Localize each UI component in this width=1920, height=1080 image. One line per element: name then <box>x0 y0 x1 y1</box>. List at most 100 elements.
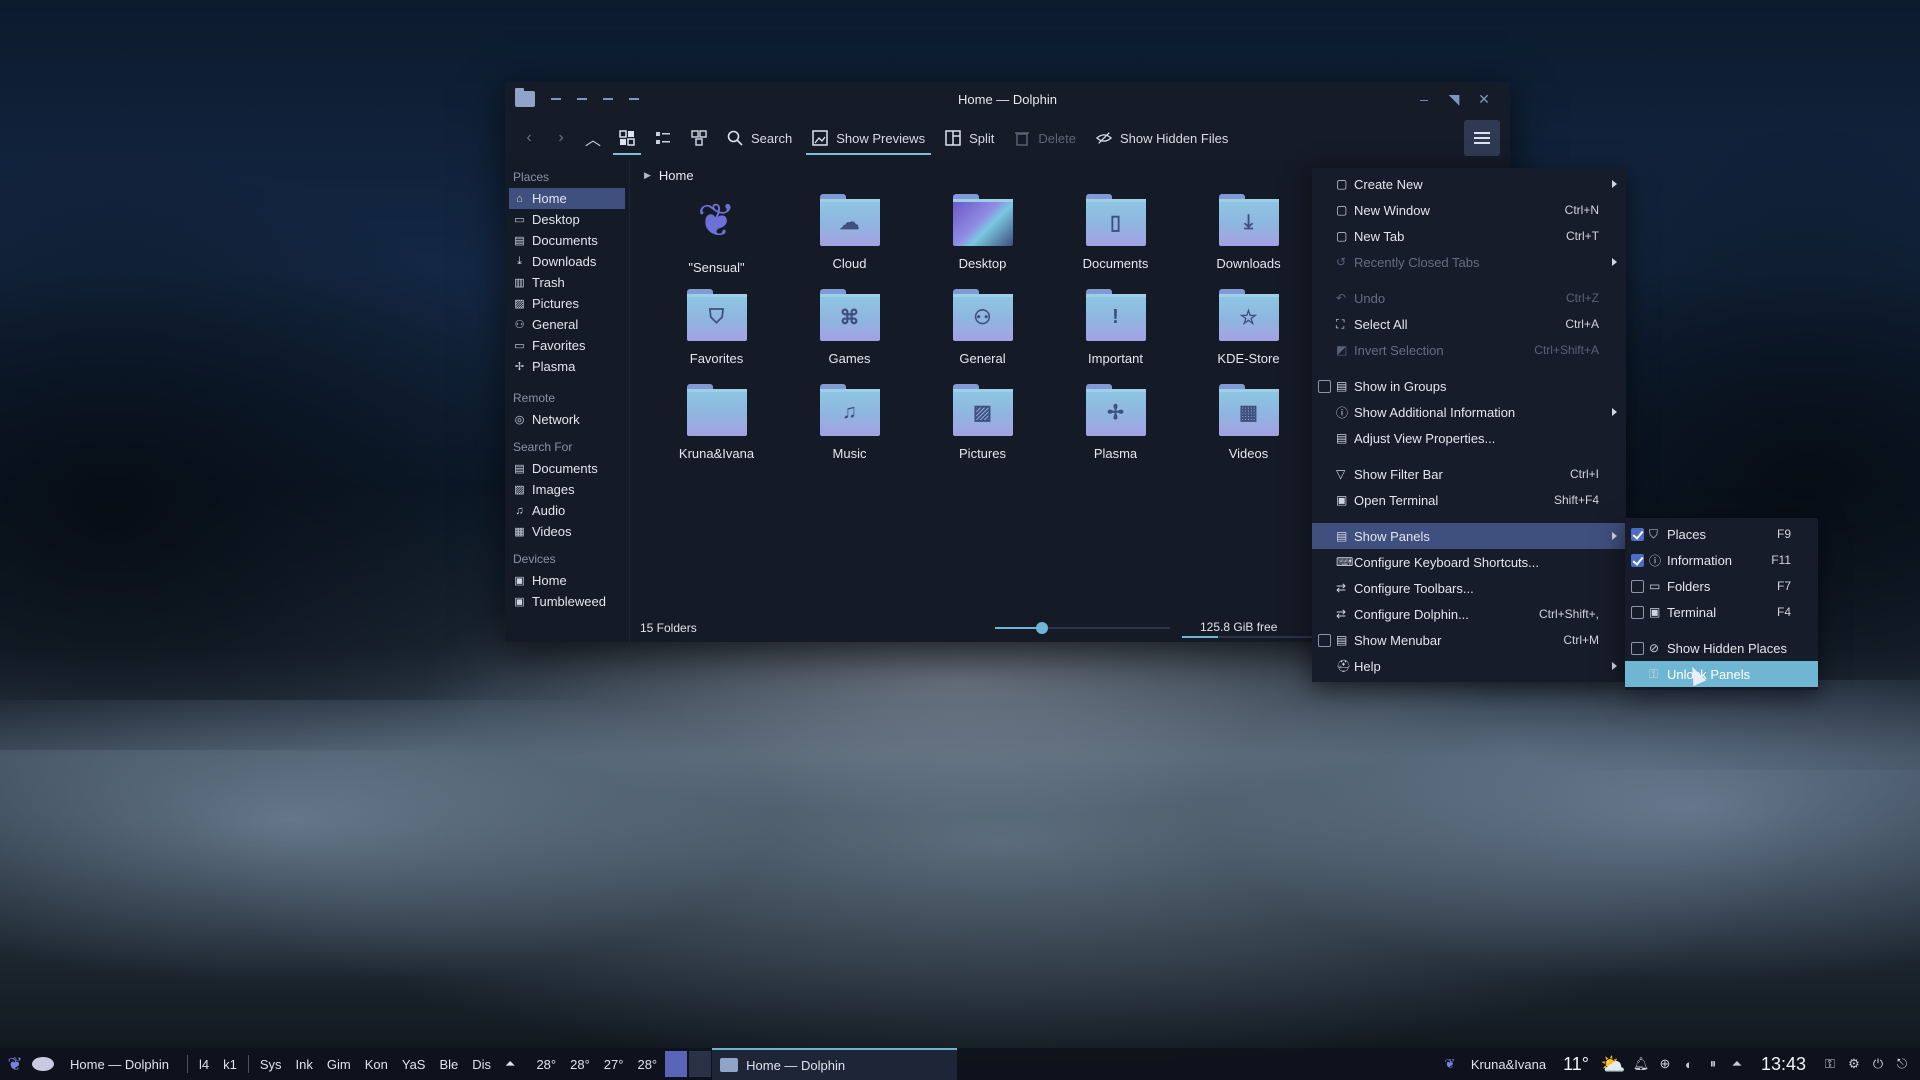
dolphin-folder-icon[interactable] <box>515 88 535 107</box>
window-menu-dash-icon[interactable] <box>551 98 561 100</box>
folder-item-desktop[interactable]: Desktop <box>916 190 1049 285</box>
sidebar-item-documents[interactable]: ▤ Documents <box>509 458 625 479</box>
menu-item-show-panels[interactable]: ▤ Show Panels <box>1312 523 1626 549</box>
launcher-dis[interactable]: Dis <box>465 1057 498 1072</box>
folder-item-documents[interactable]: ▯ Documents <box>1049 190 1182 285</box>
hamburger-menu-button[interactable] <box>1464 120 1500 156</box>
menu-item-configure-keyboard-shortcuts[interactable]: ⌨ Configure Keyboard Shortcuts... <box>1312 549 1626 575</box>
menu-item-terminal[interactable]: ▣ Terminal F4 <box>1625 599 1818 625</box>
sidebar-item-pictures[interactable]: ▨ Pictures <box>509 293 625 314</box>
launcher-ble[interactable]: Ble <box>432 1057 465 1072</box>
task-dolphin[interactable]: Home — Dolphin <box>712 1048 958 1080</box>
power-icon[interactable]: ⏻ <box>1868 1056 1888 1072</box>
menu-item-undo[interactable]: ↶ Undo Ctrl+Z <box>1312 285 1626 311</box>
expand-up-icon[interactable]: ⏶ <box>498 1056 522 1072</box>
user-emblem-icon[interactable]: ❦ <box>1440 1056 1460 1072</box>
tray-expand-icon[interactable]: ⏶ <box>1727 1056 1747 1072</box>
sidebar-item-audio[interactable]: ♫ Audio <box>509 500 625 521</box>
sidebar-item-network[interactable]: ◎ Network <box>509 409 625 430</box>
lock-icon[interactable]: ⚿ <box>1820 1056 1840 1072</box>
menu-item-open-terminal[interactable]: ▣ Open Terminal Shift+F4 <box>1312 487 1626 513</box>
updates-icon[interactable]: ⊕ <box>1655 1056 1675 1072</box>
folder-item-kruna-ivana[interactable]: Kruna&Ivana <box>650 380 783 475</box>
window-menu-dash-icon[interactable] <box>629 98 639 100</box>
folder-item-games[interactable]: ⌘ Games <box>783 285 916 380</box>
sidebar-item-desktop[interactable]: ▭ Desktop <box>509 209 625 230</box>
window-menu-dash-icon[interactable] <box>603 98 613 100</box>
menu-item-select-all[interactable]: ⛶ Select All Ctrl+A <box>1312 311 1626 337</box>
checkbox-checked[interactable] <box>1630 527 1644 541</box>
menu-item-information[interactable]: ⓘ Information F11 <box>1625 547 1818 573</box>
sidebar-item-downloads[interactable]: ⤓ Downloads <box>509 251 625 272</box>
sidebar-item-images[interactable]: ▨ Images <box>509 479 625 500</box>
settings-gear-icon[interactable]: ⚙ <box>1844 1056 1864 1072</box>
folder-item-general[interactable]: ⚇ General <box>916 285 1049 380</box>
menu-item-places[interactable]: ⛉ Places F9 <box>1625 521 1818 547</box>
delete-button[interactable]: Delete <box>1006 121 1084 155</box>
menu-item-unlock-panels[interactable]: ⚿ Unlock Panels <box>1625 661 1818 687</box>
menu-item-new-tab[interactable]: ▢ New Tab Ctrl+T <box>1312 223 1626 249</box>
zoom-slider-handle[interactable] <box>1036 622 1049 634</box>
media-pause-icon[interactable]: ⏸ <box>1703 1056 1723 1072</box>
menu-item-new-window[interactable]: ▢ New Window Ctrl+N <box>1312 197 1626 223</box>
folder-item-downloads[interactable]: ⤓ Downloads <box>1182 190 1315 285</box>
menu-item-show-in-groups[interactable]: ▤ Show in Groups <box>1312 373 1626 399</box>
checkbox-unchecked[interactable] <box>1630 605 1644 619</box>
show-hidden-files-button[interactable]: Show Hidden Files <box>1088 121 1236 155</box>
show-previews-button[interactable]: Show Previews <box>804 121 933 155</box>
folder-item-important[interactable]: ! Important <box>1049 285 1182 380</box>
launcher-gim[interactable]: Gim <box>320 1057 358 1072</box>
checkbox-unchecked[interactable] <box>1630 641 1644 655</box>
app-launcher-icon[interactable]: ❦ <box>4 1053 26 1075</box>
menu-item-show-additional-information[interactable]: ⓘ Show Additional Information <box>1312 399 1626 425</box>
window-menu-dash-icon[interactable] <box>577 98 587 100</box>
shortcut-l4[interactable]: l4 <box>192 1057 216 1072</box>
menu-item-show-hidden-places[interactable]: ⊘ Show Hidden Places <box>1625 635 1818 661</box>
launcher-yas[interactable]: YaS <box>395 1057 433 1072</box>
virtual-desktop-1[interactable] <box>665 1051 688 1077</box>
folder-item-kde-store[interactable]: ☆ KDE-Store <box>1182 285 1315 380</box>
menu-item-create-new[interactable]: ▢ Create New <box>1312 171 1626 197</box>
checkbox-unchecked[interactable] <box>1317 633 1331 647</box>
menu-item-invert-selection[interactable]: ◩ Invert Selection Ctrl+Shift+A <box>1312 337 1626 363</box>
zoom-slider[interactable] <box>995 622 1170 634</box>
active-window-title[interactable]: Home — Dolphin <box>60 1057 183 1072</box>
checkbox-checked[interactable] <box>1630 553 1644 567</box>
sidebar-item-home[interactable]: ▣ Home <box>509 570 625 591</box>
folder-item-cloud[interactable]: ☁ Cloud <box>783 190 916 285</box>
maximize-button[interactable]: ◥ <box>1446 91 1462 108</box>
sidebar-item-general[interactable]: ⚇ General <box>509 314 625 335</box>
close-button[interactable]: ✕ <box>1476 91 1492 108</box>
sidebar-item-plasma[interactable]: ✢ Plasma <box>509 356 625 377</box>
menu-item-folders[interactable]: ▭ Folders F7 <box>1625 573 1818 599</box>
menu-item-recently-closed-tabs[interactable]: ↺ Recently Closed Tabs <box>1312 249 1626 275</box>
notifications-bell-icon[interactable]: 🔔︎ <box>1631 1056 1651 1072</box>
details-view-button[interactable] <box>683 121 715 155</box>
menu-item-show-menubar[interactable]: ▤ Show Menubar Ctrl+M <box>1312 627 1626 653</box>
launcher-sys[interactable]: Sys <box>253 1057 289 1072</box>
checkbox-unchecked[interactable] <box>1630 579 1644 593</box>
title-bar[interactable]: Home — Dolphin – ◥ ✕ <box>505 82 1510 116</box>
sidebar-item-favorites[interactable]: ▭ Favorites <box>509 335 625 356</box>
weather-temperature[interactable]: 11° <box>1557 1054 1595 1075</box>
back-icon[interactable]: ‹ <box>515 129 543 147</box>
minimize-button[interactable]: – <box>1416 91 1432 108</box>
user-name[interactable]: Kruna&Ivana <box>1464 1057 1553 1072</box>
menu-item-show-filter-bar[interactable]: ▽ Show Filter Bar Ctrl+I <box>1312 461 1626 487</box>
sidebar-item-trash[interactable]: ▥ Trash <box>509 272 625 293</box>
compact-view-button[interactable] <box>647 121 679 155</box>
folder-item-favorites[interactable]: ⛉ Favorites <box>650 285 783 380</box>
weather-cloud-sun-icon[interactable]: ⛅ <box>1599 1052 1627 1077</box>
folder-item-videos[interactable]: ▦ Videos <box>1182 380 1315 475</box>
leave-icon[interactable]: ⎋ <box>1892 1056 1912 1072</box>
forward-icon[interactable]: › <box>547 129 575 147</box>
up-icon[interactable]: ︿ <box>579 126 607 150</box>
shortcut-k1[interactable]: k1 <box>216 1057 244 1072</box>
folder-item-pictures[interactable]: ▨ Pictures <box>916 380 1049 475</box>
virtual-desktop-2[interactable] <box>689 1051 712 1077</box>
menu-item-configure-dolphin[interactable]: ⇄ Configure Dolphin... Ctrl+Shift+, <box>1312 601 1626 627</box>
checkbox-unchecked[interactable] <box>1317 379 1331 393</box>
folder-item-plasma[interactable]: ✢ Plasma <box>1049 380 1182 475</box>
split-button[interactable]: Split <box>937 121 1002 155</box>
sidebar-item-home[interactable]: ⌂ Home <box>509 188 625 209</box>
